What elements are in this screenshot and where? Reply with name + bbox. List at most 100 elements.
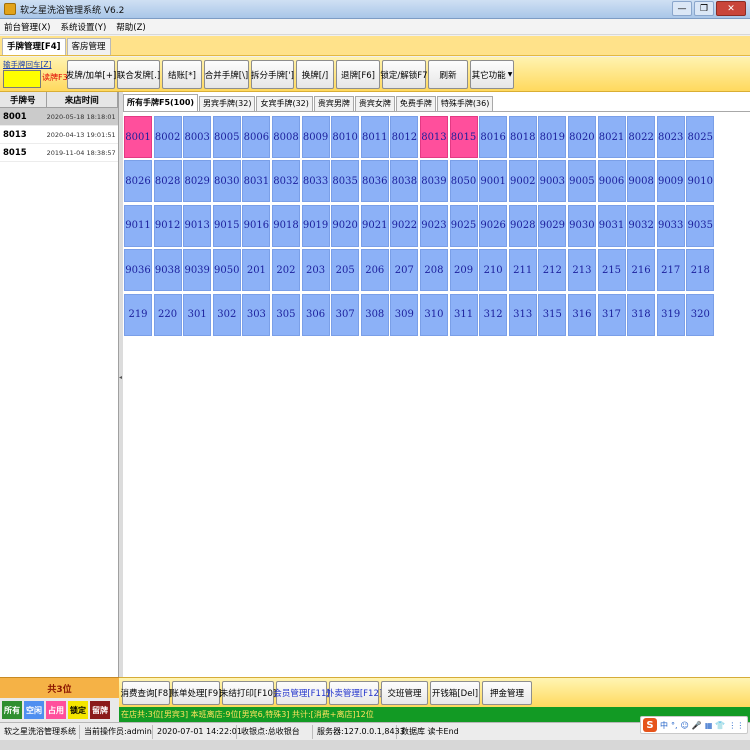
read-card-button[interactable]: 读牌F3 <box>42 72 68 83</box>
wristband-tile[interactable]: 8036 <box>360 160 389 203</box>
wristband-input[interactable] <box>3 70 41 88</box>
ime-microphone-icon[interactable]: 🎤 <box>692 721 702 730</box>
column-header-wristband[interactable]: 手牌号 <box>0 92 47 107</box>
ime-logo-icon[interactable]: S <box>643 718 657 732</box>
wristband-tile[interactable]: 310 <box>419 293 448 336</box>
wristband-tile[interactable]: 9038 <box>153 249 182 292</box>
wristband-tile[interactable]: 9028 <box>508 204 537 247</box>
legend-occupied[interactable]: 占用 <box>46 701 66 719</box>
shift-handover-button[interactable]: 交班管理 <box>381 681 428 705</box>
wristband-tile[interactable]: 8038 <box>390 160 419 203</box>
tab-wristband-management[interactable]: 手牌管理[F4] <box>2 38 66 55</box>
issue-add-order-button[interactable]: 发牌/加单[+] <box>66 60 116 89</box>
ime-skin-icon[interactable]: 👕 <box>715 721 725 730</box>
wristband-tile[interactable]: 8020 <box>567 116 596 158</box>
wristband-tile[interactable]: 9035 <box>686 204 715 247</box>
wristband-tile[interactable]: 317 <box>597 293 626 336</box>
wristband-tile[interactable]: 8035 <box>331 160 360 203</box>
wristband-tile[interactable]: 301 <box>183 293 212 336</box>
legend-free[interactable]: 空闲 <box>24 701 44 719</box>
wristband-tile[interactable]: 8019 <box>538 116 567 158</box>
maximize-button[interactable]: ❐ <box>694 1 714 16</box>
tab-room-management[interactable]: 客房管理 <box>66 38 111 55</box>
wristband-tile[interactable]: 212 <box>538 249 567 292</box>
wristband-tile[interactable]: 312 <box>479 293 508 336</box>
wristband-tile[interactable]: 9005 <box>567 160 596 203</box>
column-header-arrival-time[interactable]: 来店时间 <box>47 92 118 107</box>
wristband-tile[interactable]: 8028 <box>153 160 182 203</box>
refresh-button[interactable]: 刷新 <box>428 60 468 89</box>
wristband-tile[interactable]: 313 <box>508 293 537 336</box>
wristband-tile[interactable]: 8001 <box>124 116 152 158</box>
wristband-tile[interactable]: 9015 <box>212 204 241 247</box>
wristband-tile[interactable]: 315 <box>538 293 567 336</box>
close-button[interactable]: ✕ <box>716 1 746 16</box>
wristband-tile[interactable]: 9025 <box>449 204 478 247</box>
wristband-tile[interactable]: 8026 <box>124 160 152 203</box>
wristband-tile[interactable]: 206 <box>360 249 389 292</box>
wristband-tile[interactable]: 9026 <box>479 204 508 247</box>
wristband-tile[interactable]: 8030 <box>212 160 241 203</box>
swap-wristband-button[interactable]: 换牌[/] <box>296 60 334 89</box>
wristband-tile[interactable]: 8005 <box>212 116 241 158</box>
wristband-tile[interactable]: 9050 <box>212 249 241 292</box>
wristband-tile[interactable]: 9012 <box>153 204 182 247</box>
legend-all[interactable]: 所有 <box>2 701 22 719</box>
wristband-tile[interactable]: 210 <box>479 249 508 292</box>
wristband-tile[interactable]: 8015 <box>449 116 478 158</box>
collapse-arrow-icon[interactable]: ◂ <box>119 374 122 381</box>
wristband-tile[interactable]: 8029 <box>183 160 212 203</box>
tab-vip-male[interactable]: 贵宾男牌 <box>313 96 354 111</box>
wristband-tile[interactable]: 9003 <box>538 160 567 203</box>
wristband-tile[interactable]: 9013 <box>183 204 212 247</box>
menu-system-settings[interactable]: 系统设置(Y) <box>60 21 106 33</box>
wristband-tile[interactable]: 207 <box>390 249 419 292</box>
ime-keyboard-icon[interactable]: ▦ <box>705 721 713 730</box>
joint-issue-button[interactable]: 联合发牌[.] <box>117 60 160 89</box>
open-cash-drawer-button[interactable]: 开钱箱[Del] <box>430 681 480 705</box>
wristband-tile[interactable]: 8002 <box>153 116 182 158</box>
wristband-tile[interactable]: 9009 <box>656 160 685 203</box>
wristband-tile[interactable]: 8006 <box>242 116 271 158</box>
wristband-tile[interactable]: 208 <box>419 249 448 292</box>
ime-more-icon[interactable]: ⋮⋮ <box>728 721 744 730</box>
menu-front-desk[interactable]: 前台管理(X) <box>4 21 50 33</box>
wristband-tile[interactable]: 302 <box>212 293 241 336</box>
bill-processing-button[interactable]: 账单处理[F9] <box>171 681 221 705</box>
wristband-tile[interactable]: 305 <box>271 293 300 336</box>
wristband-tile[interactable]: 311 <box>449 293 478 336</box>
wristband-tile[interactable]: 8008 <box>271 116 300 158</box>
wristband-tile[interactable]: 9029 <box>538 204 567 247</box>
wristband-tile[interactable]: 303 <box>242 293 271 336</box>
wristband-tile[interactable]: 220 <box>153 293 182 336</box>
wristband-tile[interactable]: 205 <box>331 249 360 292</box>
wristband-tile[interactable]: 9023 <box>419 204 448 247</box>
wristband-tile[interactable]: 218 <box>686 249 715 292</box>
wristband-tile[interactable]: 9031 <box>597 204 626 247</box>
wristband-tile[interactable]: 203 <box>301 249 330 292</box>
tab-male-wristbands[interactable]: 男宾手牌(32) <box>199 96 256 111</box>
wristband-tile[interactable]: 307 <box>331 293 360 336</box>
wristband-tile[interactable]: 8039 <box>419 160 448 203</box>
wristband-tile[interactable]: 9010 <box>686 160 715 203</box>
wristband-tile[interactable]: 217 <box>656 249 685 292</box>
checkout-button[interactable]: 结账[*] <box>162 60 202 89</box>
wristband-tile[interactable]: 216 <box>627 249 656 292</box>
wristband-tile[interactable]: 8016 <box>479 116 508 158</box>
wristband-tile[interactable]: 219 <box>124 293 152 336</box>
wristband-tile[interactable]: 9022 <box>390 204 419 247</box>
wristband-tile[interactable]: 215 <box>597 249 626 292</box>
minimize-button[interactable]: — <box>672 1 692 16</box>
tab-free-wristbands[interactable]: 免费手牌 <box>395 96 436 111</box>
wristband-tile[interactable]: 9006 <box>597 160 626 203</box>
delivery-management-button[interactable]: 外卖管理[F12] <box>326 681 382 705</box>
tab-vip-female[interactable]: 贵宾女牌 <box>354 96 395 111</box>
wristband-tile[interactable]: 8013 <box>419 116 448 158</box>
return-wristband-button[interactable]: 退牌[F6] <box>336 60 380 89</box>
deposit-management-button[interactable]: 押金管理 <box>482 681 532 705</box>
tab-female-wristbands[interactable]: 女宾手牌(32) <box>256 96 313 111</box>
wristband-tile[interactable]: 8022 <box>627 116 656 158</box>
wristband-tile[interactable]: 9019 <box>301 204 330 247</box>
tab-special-wristbands[interactable]: 特殊手牌(36) <box>436 96 494 111</box>
wristband-tile[interactable]: 9033 <box>656 204 685 247</box>
